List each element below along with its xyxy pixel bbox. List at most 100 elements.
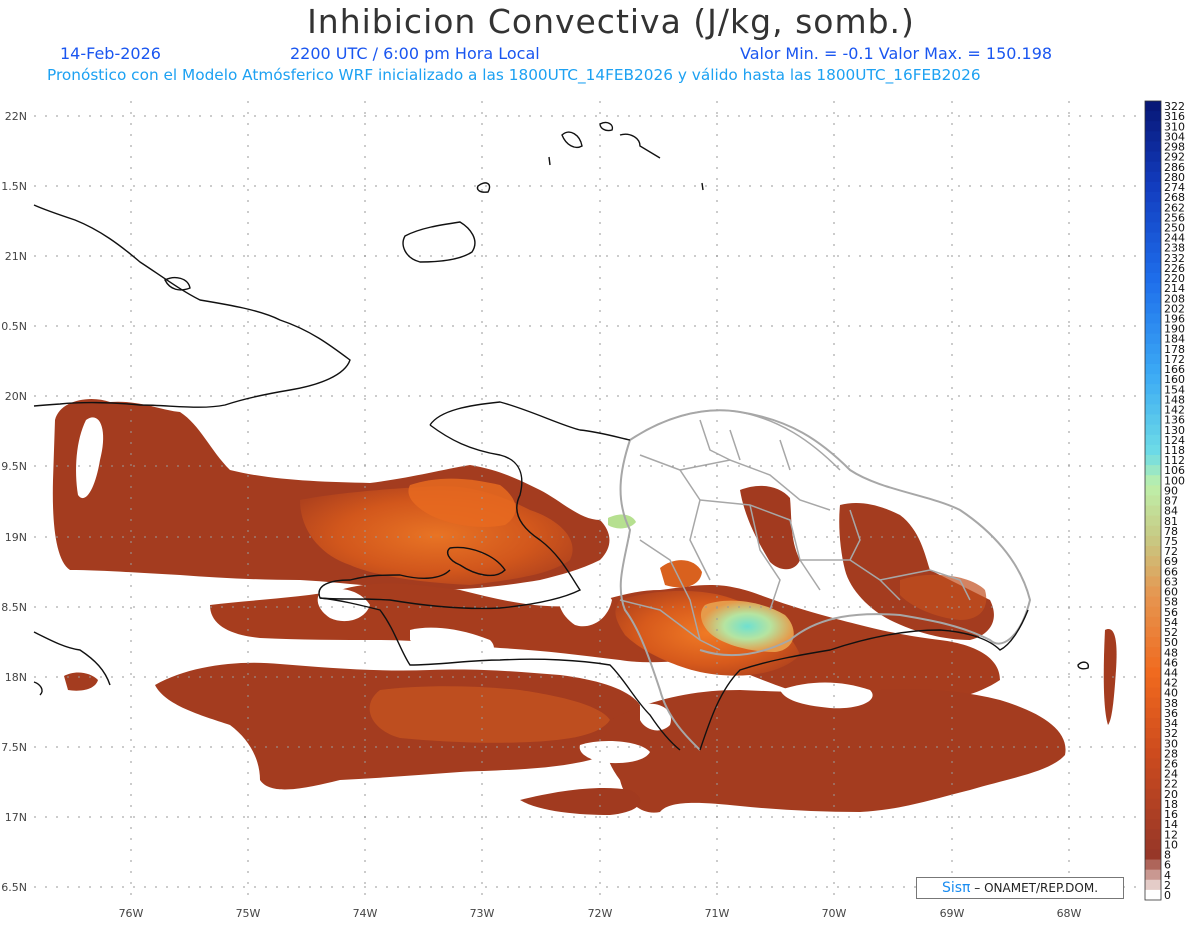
colorbar-swatch [1145, 232, 1161, 244]
colorbar-swatch [1145, 586, 1161, 598]
lat-label: 9.5N [1, 460, 27, 473]
colorbar-swatch [1145, 454, 1161, 466]
colorbar-swatch [1145, 728, 1161, 739]
colorbar-swatch [1145, 637, 1161, 648]
colorbar: 3223163103042982922862802742682622562502… [1144, 100, 1185, 902]
colorbar-swatch [1145, 404, 1161, 416]
lat-label: 20N [5, 390, 27, 403]
colorbar-swatch [1145, 849, 1161, 861]
colorbar-swatch [1145, 101, 1161, 112]
colorbar-swatch [1145, 546, 1161, 557]
colorbar-swatch [1145, 707, 1161, 719]
lon-label: 73W [470, 907, 495, 920]
cin-map: 22N 1.5N 21N 0.5N 20N 9.5N 19N 8.5N 18N … [1, 100, 1185, 920]
colorbar-swatch [1145, 434, 1161, 446]
colorbar-swatch [1145, 414, 1161, 426]
colorbar-swatch [1145, 495, 1161, 507]
colorbar-swatch [1145, 192, 1161, 203]
colorbar-swatch [1145, 303, 1161, 314]
colorbar-swatch [1145, 525, 1161, 537]
colorbar-swatch [1145, 576, 1161, 587]
lat-label: 6.5N [1, 881, 27, 894]
credit-text: – ONAMET/REP.DOM. [974, 881, 1099, 895]
colorbar-swatch [1145, 808, 1161, 820]
lat-label: 0.5N [1, 320, 27, 333]
credit-box: Sisπ – ONAMET/REP.DOM. [916, 877, 1124, 899]
colorbar-swatch [1145, 859, 1161, 871]
colorbar-swatch [1145, 505, 1161, 517]
colorbar-swatch [1145, 717, 1161, 729]
lat-label: 21N [5, 250, 27, 263]
colorbar-swatch [1145, 424, 1161, 436]
lat-label: 8.5N [1, 601, 27, 614]
colorbar-swatch [1145, 161, 1161, 173]
colorbar-swatch [1145, 485, 1161, 496]
colorbar-swatch [1145, 535, 1161, 547]
lat-label: 22N [5, 110, 27, 123]
colorbar-swatch [1145, 181, 1161, 193]
colorbar-swatch [1145, 374, 1161, 385]
colorbar-swatch [1145, 596, 1161, 608]
lon-label: 70W [822, 907, 847, 920]
lon-label: 74W [353, 907, 378, 920]
colorbar-swatch [1145, 141, 1161, 153]
colorbar-swatch [1145, 606, 1161, 618]
colorbar-swatch [1145, 748, 1161, 759]
colorbar-swatch [1145, 566, 1161, 577]
colorbar-swatch [1145, 879, 1161, 891]
colorbar-swatch [1145, 343, 1161, 355]
colorbar-swatch [1145, 283, 1161, 294]
colorbar-swatch [1145, 616, 1161, 628]
colorbar-swatch [1145, 151, 1161, 163]
colorbar-swatch [1145, 323, 1161, 335]
lon-label: 71W [705, 907, 730, 920]
colorbar-swatch [1145, 475, 1161, 486]
colorbar-swatch [1145, 819, 1161, 830]
lon-label: 76W [119, 907, 144, 920]
longitude-labels: 76W 75W 74W 73W 72W 71W 70W 69W 68W [119, 907, 1082, 920]
lat-label: 17N [5, 811, 27, 824]
colorbar-swatch [1145, 839, 1161, 850]
colorbar-swatch [1145, 788, 1161, 800]
colorbar-swatch [1145, 202, 1161, 213]
colorbar-swatch [1145, 758, 1161, 770]
sispi-logo: Sisπ [941, 880, 971, 896]
colorbar-swatch [1145, 677, 1161, 689]
colorbar-swatch [1145, 667, 1161, 678]
colorbar-swatch [1145, 697, 1161, 709]
colorbar-swatch [1145, 556, 1161, 567]
colorbar-swatch [1145, 465, 1161, 476]
colorbar-swatch [1145, 515, 1161, 527]
lon-label: 69W [940, 907, 965, 920]
colorbar-swatch [1145, 293, 1161, 304]
colorbar-swatch [1145, 647, 1161, 658]
colorbar-swatch [1145, 384, 1161, 395]
colorbar-swatch [1145, 313, 1161, 325]
colorbar-swatch [1145, 131, 1161, 142]
colorbar-swatch [1145, 121, 1161, 132]
colorbar-swatch [1145, 222, 1161, 233]
colorbar-swatch [1145, 111, 1161, 122]
colorbar-swatch [1145, 444, 1161, 456]
lat-label: 7.5N [1, 741, 27, 754]
colorbar-swatch [1145, 394, 1161, 405]
latitude-labels: 22N 1.5N 21N 0.5N 20N 9.5N 19N 8.5N 18N … [1, 110, 27, 894]
colorbar-swatch [1145, 687, 1161, 699]
colorbar-swatch [1145, 869, 1161, 881]
lon-label: 72W [588, 907, 613, 920]
colorbar-swatch [1145, 262, 1161, 274]
colorbar-swatch [1145, 272, 1161, 284]
colorbar-swatch [1145, 353, 1161, 365]
colorbar-swatch [1145, 889, 1161, 901]
colorbar-swatch [1145, 798, 1161, 810]
lon-label: 68W [1057, 907, 1082, 920]
colorbar-swatch [1145, 738, 1161, 749]
colorbar-swatch [1145, 626, 1161, 638]
colorbar-swatch [1145, 778, 1161, 790]
colorbar-swatch [1145, 333, 1161, 345]
colorbar-swatch [1145, 363, 1161, 375]
colorbar-swatch [1145, 171, 1161, 183]
colorbar-swatch [1145, 212, 1161, 223]
colorbar-swatch [1145, 829, 1161, 840]
lat-label: 19N [5, 531, 27, 544]
